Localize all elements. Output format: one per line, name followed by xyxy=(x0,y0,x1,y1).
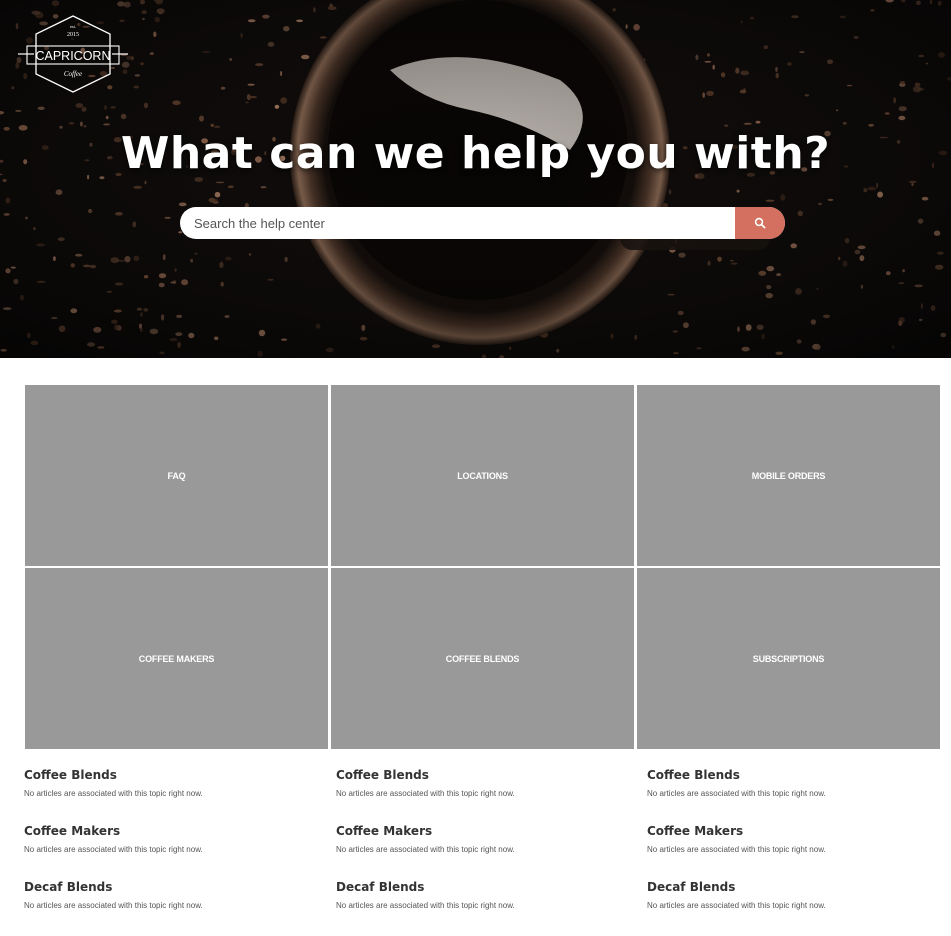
category-tile-locations[interactable]: LOCATIONS xyxy=(331,385,634,566)
category-label: LOCATIONS xyxy=(457,470,508,481)
topic-empty-message: No articles are associated with this top… xyxy=(647,789,826,798)
svg-text:Coffee: Coffee xyxy=(64,70,82,78)
category-grid: FAQ LOCATIONS MOBILE ORDERS COFFEE MAKER… xyxy=(25,385,940,749)
topic-block: Decaf Blends No articles are associated … xyxy=(647,878,934,934)
category-tile-mobile-orders[interactable]: MOBILE ORDERS xyxy=(637,385,940,566)
topic-empty-message: No articles are associated with this top… xyxy=(336,789,515,798)
category-tile-faq[interactable]: FAQ xyxy=(25,385,328,566)
topic-block: Coffee Makers No articles are associated… xyxy=(336,822,647,878)
topic-sections: Coffee Blends No articles are associated… xyxy=(24,766,934,934)
hero-banner: est. 2015 CAPRICORN Coffee What can we h… xyxy=(0,0,951,358)
topic-empty-message: No articles are associated with this top… xyxy=(24,845,203,854)
topic-block: Coffee Makers No articles are associated… xyxy=(647,822,934,878)
topic-empty-message: No articles are associated with this top… xyxy=(24,789,203,798)
topic-title-link[interactable]: Decaf Blends xyxy=(647,878,934,896)
topic-title-link[interactable]: Coffee Blends xyxy=(647,766,934,784)
search-bar xyxy=(180,207,785,239)
topic-title-link[interactable]: Decaf Blends xyxy=(24,878,336,896)
topic-block: Coffee Blends No articles are associated… xyxy=(336,766,647,822)
topic-title-link[interactable]: Coffee Makers xyxy=(336,822,647,840)
category-tile-coffee-makers[interactable]: COFFEE MAKERS xyxy=(25,568,328,749)
category-label: MOBILE ORDERS xyxy=(751,470,826,481)
topic-empty-message: No articles are associated with this top… xyxy=(336,901,515,910)
topic-title-link[interactable]: Decaf Blends xyxy=(336,878,647,896)
topic-title-link[interactable]: Coffee Makers xyxy=(24,822,336,840)
category-label: COFFEE MAKERS xyxy=(138,653,215,664)
topic-block: Coffee Makers No articles are associated… xyxy=(24,822,336,878)
category-tile-coffee-blends[interactable]: COFFEE BLENDS xyxy=(331,568,634,749)
category-label: SUBSCRIPTIONS xyxy=(752,653,825,664)
hero-coffee-image xyxy=(0,0,951,358)
topic-block: Coffee Blends No articles are associated… xyxy=(24,766,336,822)
topic-block: Decaf Blends No articles are associated … xyxy=(336,878,647,934)
capricorn-coffee-logo[interactable]: est. 2015 CAPRICORN Coffee xyxy=(18,14,128,94)
svg-text:2015: 2015 xyxy=(67,32,79,38)
topic-title-link[interactable]: Coffee Blends xyxy=(336,766,647,784)
topic-empty-message: No articles are associated with this top… xyxy=(647,901,826,910)
hero-title: What can we help you with? xyxy=(120,128,831,179)
section-column: Coffee Blends No articles are associated… xyxy=(336,766,647,934)
section-column: Coffee Blends No articles are associated… xyxy=(24,766,336,934)
search-button[interactable] xyxy=(735,207,785,239)
topic-block: Coffee Blends No articles are associated… xyxy=(647,766,934,822)
search-icon xyxy=(754,217,766,229)
category-label: COFFEE BLENDS xyxy=(445,653,520,664)
search-input[interactable] xyxy=(180,207,735,239)
topic-empty-message: No articles are associated with this top… xyxy=(336,845,515,854)
svg-text:est.: est. xyxy=(70,24,76,29)
topic-title-link[interactable]: Coffee Blends xyxy=(24,766,336,784)
svg-text:CAPRICORN: CAPRICORN xyxy=(35,49,110,63)
topic-title-link[interactable]: Coffee Makers xyxy=(647,822,934,840)
section-column: Coffee Blends No articles are associated… xyxy=(647,766,934,934)
category-tile-subscriptions[interactable]: SUBSCRIPTIONS xyxy=(637,568,940,749)
category-label: FAQ xyxy=(167,470,186,481)
topic-empty-message: No articles are associated with this top… xyxy=(24,901,203,910)
topic-block: Decaf Blends No articles are associated … xyxy=(24,878,336,934)
topic-empty-message: No articles are associated with this top… xyxy=(647,845,826,854)
